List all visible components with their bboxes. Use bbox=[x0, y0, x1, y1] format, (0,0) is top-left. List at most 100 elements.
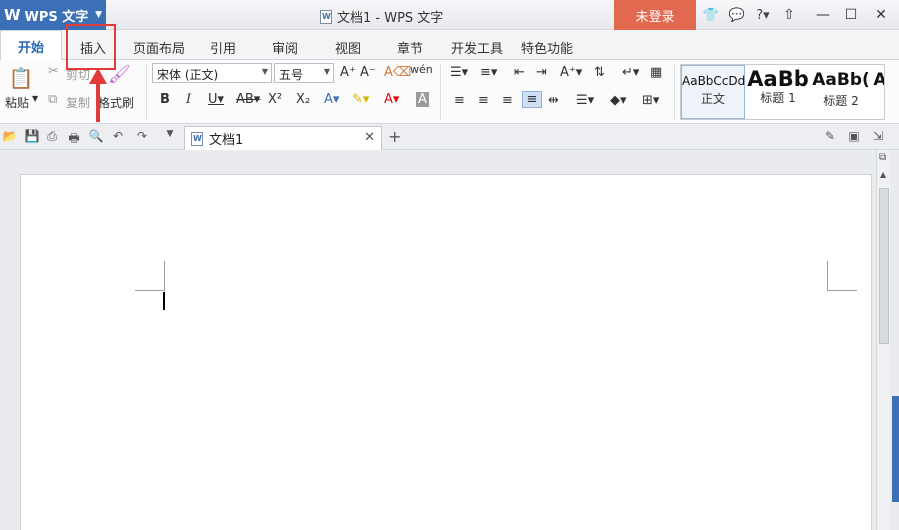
font-color-icon[interactable]: A▾ bbox=[384, 92, 399, 107]
style-preview: A bbox=[873, 70, 884, 90]
bullet-list-icon[interactable]: ☰▾ bbox=[450, 65, 468, 80]
title-bar: W WPS 文字 ▼ 文档1 - WPS 文字 未登录 👕 💬 ?▾ ⇧ — ☐… bbox=[0, 0, 899, 30]
divider bbox=[146, 64, 147, 120]
doc-tab[interactable]: 文档1 ✕ bbox=[184, 126, 382, 150]
tab-page-layout[interactable]: 页面布局 bbox=[133, 38, 185, 57]
tab-developer[interactable]: 开发工具 bbox=[451, 38, 503, 57]
style-preview: AaBb( bbox=[812, 70, 870, 90]
document-canvas[interactable] bbox=[0, 150, 876, 530]
align-left-icon[interactable]: ≡ bbox=[454, 93, 465, 108]
margin-mark-top-left bbox=[135, 261, 165, 291]
redo-icon[interactable]: ↷ bbox=[134, 129, 150, 145]
divider bbox=[674, 64, 675, 120]
scroll-up-icon[interactable]: ▲ bbox=[880, 170, 886, 179]
tab-home[interactable]: 开始 bbox=[0, 30, 62, 61]
increase-indent-icon[interactable]: ⇥ bbox=[536, 65, 547, 80]
document-page[interactable] bbox=[20, 174, 872, 530]
decrease-indent-icon[interactable]: ⇤ bbox=[514, 65, 525, 80]
document-icon bbox=[191, 131, 203, 146]
style-heading-2[interactable]: AaBb( 标题 2 bbox=[811, 65, 871, 119]
tab-references[interactable]: 引用 bbox=[210, 38, 236, 57]
style-normal[interactable]: AaBbCcDd 正文 bbox=[681, 65, 745, 119]
print-preview-icon[interactable]: 🔍 bbox=[88, 129, 104, 145]
open-folder-icon[interactable]: 📂 bbox=[2, 129, 18, 145]
tab-features[interactable]: 特色功能 bbox=[521, 38, 573, 57]
underline-icon[interactable]: U▾ bbox=[208, 92, 224, 107]
numbered-list-icon[interactable]: ≡▾ bbox=[480, 65, 497, 80]
superscript-icon[interactable]: X² bbox=[268, 92, 282, 107]
style-preview: AaBb bbox=[747, 67, 809, 91]
quick-access-bar: 📂 💾 ⎙ 🖶 🔍 ↶ ↷ ▼ 文档1 ✕ + ✎ ▣ ⇲ bbox=[0, 124, 899, 150]
style-heading-1[interactable]: AaBb 标题 1 bbox=[747, 65, 809, 119]
subscript-icon[interactable]: X₂ bbox=[296, 92, 310, 107]
align-center-icon[interactable]: ≡ bbox=[478, 93, 489, 108]
edit-mode-icon[interactable]: ✎ bbox=[822, 129, 838, 145]
change-case-icon[interactable]: A⁺▾ bbox=[560, 65, 582, 80]
style-preview: AaBbCcDd bbox=[682, 74, 746, 88]
close-window-button[interactable]: ✕ bbox=[866, 0, 896, 30]
font-name-value: 宋体 (正文) bbox=[157, 68, 219, 82]
style-name: 正文 bbox=[700, 92, 725, 106]
side-panel-toggle[interactable] bbox=[892, 396, 899, 502]
line-spacing-icon[interactable]: ☰▾ bbox=[576, 93, 594, 108]
chevron-down-icon: ▼ bbox=[95, 10, 102, 20]
style-more[interactable]: A bbox=[873, 65, 884, 119]
format-painter-button[interactable]: 格式刷 bbox=[98, 94, 134, 111]
border-icon[interactable]: ⊞▾ bbox=[642, 93, 659, 108]
bold-icon[interactable]: B bbox=[160, 92, 170, 107]
justify-icon[interactable]: ≡ bbox=[522, 91, 542, 108]
skin-icon[interactable]: 👕 bbox=[700, 4, 722, 26]
grow-font-icon[interactable]: A⁺ bbox=[340, 65, 356, 80]
doc-tab-label: 文档1 bbox=[209, 133, 244, 148]
split-view-icon[interactable]: ⧉ bbox=[879, 152, 886, 163]
new-tab-icon[interactable]: + bbox=[388, 127, 401, 146]
fullscreen-icon[interactable]: ▣ bbox=[846, 129, 862, 145]
paste-dropdown-icon[interactable]: ▼ bbox=[32, 94, 38, 103]
minimize-button[interactable]: — bbox=[808, 0, 838, 30]
shading-icon[interactable]: ◆▾ bbox=[610, 93, 627, 108]
text-effect-icon[interactable]: A▾ bbox=[324, 92, 339, 107]
chat-icon[interactable]: 💬 bbox=[726, 4, 748, 26]
export-pdf-icon[interactable]: ⎙ bbox=[44, 129, 60, 145]
save-icon[interactable]: 💾 bbox=[24, 129, 40, 145]
font-size-value: 五号 bbox=[279, 68, 304, 82]
login-button[interactable]: 未登录 bbox=[614, 0, 696, 30]
font-size-select[interactable]: 五号 ▼ bbox=[274, 63, 334, 83]
paragraph-mark-icon[interactable]: ↵▾ bbox=[622, 65, 639, 80]
font-name-select[interactable]: 宋体 (正文) ▼ bbox=[152, 63, 272, 83]
style-name: 标题 2 bbox=[823, 94, 859, 108]
tab-sections[interactable]: 章节 bbox=[397, 38, 423, 57]
undo-icon[interactable]: ↶ bbox=[110, 129, 126, 145]
align-right-icon[interactable]: ≡ bbox=[502, 93, 513, 108]
scrollbar-thumb[interactable] bbox=[879, 188, 889, 344]
scissors-icon[interactable]: ✂ bbox=[48, 64, 59, 79]
italic-icon[interactable]: I bbox=[186, 92, 191, 107]
table-icon[interactable]: ▦ bbox=[650, 65, 662, 80]
tab-view[interactable]: 视图 bbox=[335, 38, 361, 57]
help-icon[interactable]: ?▾ bbox=[752, 4, 774, 26]
paste-icon[interactable]: 📋 bbox=[8, 66, 34, 90]
close-icon[interactable]: ✕ bbox=[364, 130, 375, 145]
highlight-icon[interactable]: ✎▾ bbox=[352, 92, 369, 107]
strikethrough-icon[interactable]: AB▾ bbox=[236, 92, 260, 107]
vertical-scrollbar[interactable]: ⧉ ▲ bbox=[876, 150, 890, 530]
app-name: WPS 文字 bbox=[24, 9, 89, 25]
window-title: 文档1 - WPS 文字 bbox=[320, 7, 443, 26]
maximize-button[interactable]: ☐ bbox=[836, 0, 866, 30]
upload-icon[interactable]: ⇧ bbox=[774, 0, 804, 30]
ribbon: 📋 粘贴 ▼ ✂ 剪切 ⧉ 复制 🖌 格式刷 宋体 (正文) ▼ 五号 ▼ A⁺… bbox=[0, 60, 899, 124]
collapse-ribbon-icon[interactable]: ⇲ bbox=[870, 129, 886, 145]
char-shading-icon[interactable]: A bbox=[416, 92, 429, 107]
phonetic-guide-icon[interactable]: wén bbox=[410, 63, 433, 76]
tab-review[interactable]: 审阅 bbox=[272, 38, 298, 57]
print-icon[interactable]: 🖶 bbox=[66, 129, 82, 145]
customize-dropdown-icon[interactable]: ▼ bbox=[162, 129, 178, 145]
ribbon-tabs: 开始 插入 页面布局 引用 审阅 视图 章节 开发工具 特色功能 bbox=[0, 30, 899, 61]
copy-icon[interactable]: ⧉ bbox=[48, 92, 57, 107]
clear-format-icon[interactable]: A⌫ bbox=[384, 65, 411, 80]
copy-button[interactable]: 复制 bbox=[66, 94, 90, 111]
distribute-icon[interactable]: ⇹ bbox=[548, 93, 559, 108]
paste-button[interactable]: 粘贴 bbox=[5, 94, 29, 111]
shrink-font-icon[interactable]: A⁻ bbox=[360, 65, 376, 80]
sort-icon[interactable]: ⇅ bbox=[594, 65, 605, 80]
